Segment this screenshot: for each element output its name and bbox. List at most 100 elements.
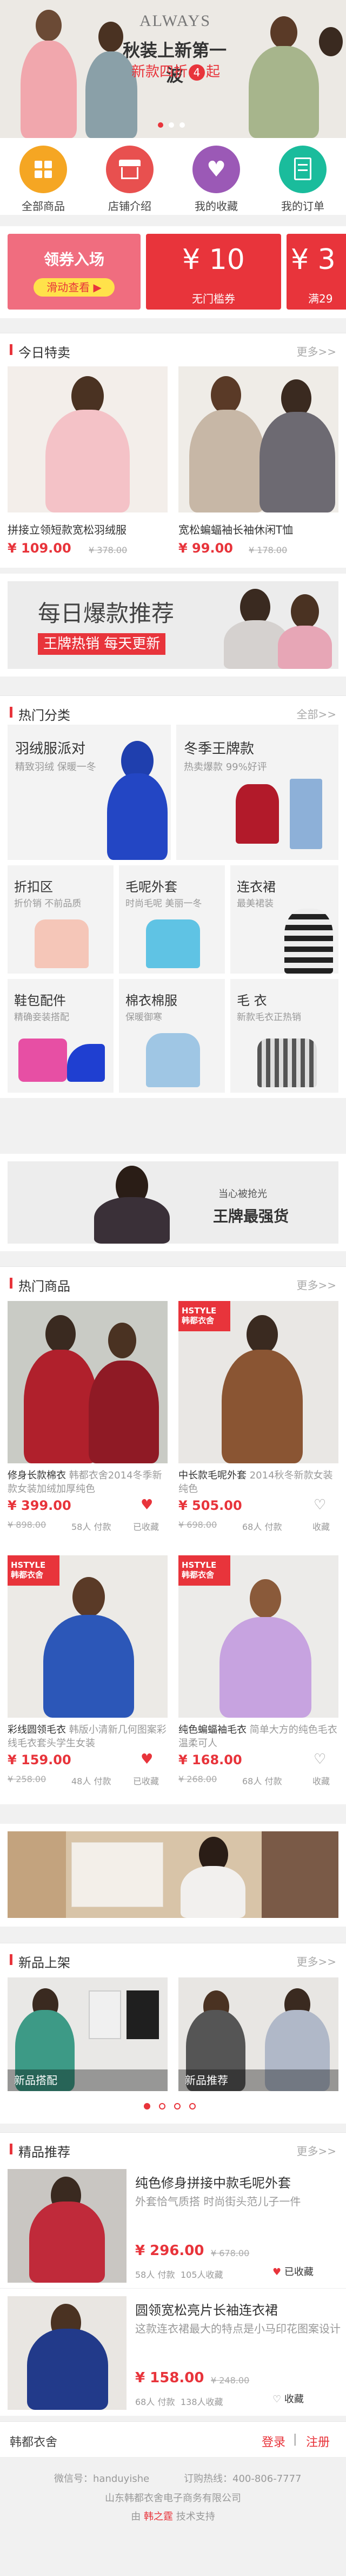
new-item-image bbox=[127, 1990, 159, 2039]
more-link[interactable]: 全部>> bbox=[296, 706, 336, 721]
product-name: 修身长款棉衣 韩都衣舍2014冬季新款女装加绒加厚纯色 bbox=[8, 1469, 168, 1496]
product-card[interactable]: HSTYLE 韩都衣舍 中长款毛呢外套 2014秋冬新款女装纯色 ¥ 505.0… bbox=[178, 1301, 338, 1539]
product-card[interactable]: 修身长款棉衣 韩都衣舍2014冬季新款女装加绒加厚纯色 ¥ 399.00 ♥ ¥… bbox=[8, 1301, 168, 1539]
more-link[interactable]: 更多>> bbox=[296, 343, 336, 359]
banner-dots[interactable] bbox=[158, 122, 190, 129]
favorite-heart-icon[interactable]: ♥ bbox=[141, 1751, 153, 1767]
category-image bbox=[18, 1039, 67, 1082]
footer-hotline: 订购热线：400-806-7777 bbox=[184, 2473, 302, 2485]
footer-support-prefix: 由 bbox=[131, 2511, 141, 2522]
category-image bbox=[105, 741, 170, 860]
product-card[interactable]: HSTYLE 韩都衣舍 彩线圆领毛衣 韩版小清新几何图案彩线毛衣套头学生女装 ¥… bbox=[8, 1555, 168, 1793]
fine-products: 纯色修身拼接中款毛呢外套 外套恰气质搭 时尚街头范儿子一件 ¥ 296.00 ¥… bbox=[0, 2161, 346, 2416]
category-image bbox=[67, 1044, 105, 1082]
fine-item[interactable]: 圆领宽松亮片长袖连衣裙 这款连衣裙最大的特点是小马印花图案设计 ¥ 158.00… bbox=[0, 2289, 346, 2416]
new-arrivals: 新品搭配 新品推荐 bbox=[0, 1972, 346, 2124]
product-fav-label[interactable]: 收藏 bbox=[312, 1520, 330, 1533]
nav-my-favorites[interactable]: ♥ 我的收藏 bbox=[173, 138, 260, 215]
category-name: 鞋包配件 bbox=[14, 993, 66, 1008]
category-name: 连衣裙 bbox=[237, 879, 276, 895]
product-fav-label[interactable]: 已收藏 bbox=[133, 1520, 159, 1533]
favorite-heart-icon[interactable]: ♥ bbox=[141, 1497, 153, 1513]
favorite-heart-icon: ♥ bbox=[272, 2266, 282, 2278]
product-price: ¥ 505.00 bbox=[178, 1498, 242, 1513]
category-big-card[interactable]: 羽绒服派对 精致羽绒 保暖一冬 bbox=[8, 725, 171, 860]
category-card[interactable]: 折扣区 折价销 不前品质 bbox=[8, 865, 114, 974]
favorite-heart-icon[interactable]: ♡ bbox=[314, 1751, 326, 1767]
section-title: 今日特卖 bbox=[18, 345, 70, 360]
product-desc: 外套恰气质搭 时尚街头范儿子一件 bbox=[135, 2195, 301, 2208]
product-sold: 58人 付款 bbox=[71, 1522, 111, 1532]
product-sold: 68人 付款 bbox=[242, 1776, 282, 1786]
category-name: 冬季王牌款 bbox=[184, 741, 255, 757]
more-link[interactable]: 更多>> bbox=[296, 1953, 336, 1969]
new-item-image bbox=[89, 1990, 121, 2039]
coupon-receive-card[interactable]: 领券入场 滑动查看 ▶ bbox=[8, 234, 141, 310]
product-name: 拼接立领短款宽松羽绒服 bbox=[8, 523, 127, 536]
section-header-new: 新品上架 更多>> bbox=[0, 1943, 346, 1972]
new-card[interactable]: 新品搭配 bbox=[8, 1977, 168, 2091]
category-card[interactable]: 毛 衣 新款毛衣正热销 bbox=[230, 979, 338, 1093]
section-header-hot: 热门商品 更多>> bbox=[0, 1266, 346, 1296]
favorite-button[interactable]: ♥ 已收藏 bbox=[272, 2264, 337, 2281]
nav-label: 我的收藏 bbox=[195, 200, 238, 213]
product-title: 修身长款棉衣 bbox=[8, 1470, 66, 1481]
category-big-card[interactable]: 冬季王牌款 热卖爆款 99%好评 bbox=[176, 725, 338, 860]
favorite-label: 已收藏 bbox=[284, 2266, 314, 2278]
daily-hot-banner[interactable]: 每日爆款推荐 王牌热销 每天更新 bbox=[0, 574, 346, 676]
favorite-heart-icon[interactable]: ♡ bbox=[314, 1497, 326, 1513]
nav-store-intro[interactable]: 店铺介绍 bbox=[86, 138, 173, 215]
banner-brand: ALWAYS bbox=[139, 12, 211, 30]
favorite-button[interactable]: ♡ 收藏 bbox=[272, 2391, 337, 2408]
new-dots[interactable] bbox=[144, 2103, 203, 2111]
new-card-label: 新品搭配 bbox=[8, 2069, 168, 2091]
order-icon bbox=[279, 146, 327, 193]
product-fav-label[interactable]: 收藏 bbox=[312, 1774, 330, 1787]
category-card[interactable]: 棉衣棉服 保暖御寒 bbox=[119, 979, 225, 1093]
login-link[interactable]: 登录 bbox=[262, 2433, 285, 2450]
category-desc: 保暖御寒 bbox=[125, 1012, 162, 1023]
category-card[interactable]: 连衣裙 最美裙装 bbox=[230, 865, 338, 974]
coupon-card-10[interactable]: ¥ 10 无门槛券 bbox=[146, 234, 281, 310]
category-desc: 热卖爆款 99%好评 bbox=[184, 761, 267, 773]
product-card[interactable]: 拼接立领短款宽松羽绒服 ¥ 109.00 ¥ 378.00 bbox=[8, 366, 168, 561]
register-link[interactable]: 注册 bbox=[306, 2433, 330, 2450]
category-desc: 时尚毛呢 美丽一冬 bbox=[125, 898, 202, 909]
nav-my-orders[interactable]: 我的订单 bbox=[260, 138, 346, 215]
new-card[interactable]: 新品推荐 bbox=[178, 1977, 338, 2091]
product-desc: 这款连衣裙最大的特点是小马印花图案设计 bbox=[135, 2322, 341, 2335]
footer-bar: 韩都衣舍 登录 | 注册 bbox=[0, 2421, 346, 2457]
section-title: 新品上架 bbox=[18, 1955, 70, 1970]
quick-nav: 全部商品 店铺介绍 ♥ 我的收藏 我的订单 bbox=[0, 138, 346, 215]
category-card[interactable]: 毛呢外套 时尚毛呢 美丽一冬 bbox=[119, 865, 225, 974]
product-card[interactable]: 宽松蝙蝠袖长袖休闲T恤 ¥ 99.00 ¥ 178.00 bbox=[178, 366, 338, 561]
fine-item[interactable]: 纯色修身拼接中款毛呢外套 外套恰气质搭 时尚街头范儿子一件 ¥ 296.00 ¥… bbox=[0, 2161, 346, 2289]
product-old-price: ¥ 248.00 bbox=[211, 2375, 250, 2386]
footer-info: 微信号：handuyishe 订购热线：400-806-7777 山东韩都衣舍电… bbox=[0, 2457, 346, 2576]
more-link[interactable]: 更多>> bbox=[296, 1277, 336, 1292]
product-fav-count: 105人收藏 bbox=[181, 2270, 223, 2280]
ad-banner[interactable]: 当心被抢光 王牌最强货 bbox=[0, 1154, 346, 1251]
category-image bbox=[290, 779, 322, 849]
coupon-card-3[interactable]: ¥ 3 满29 bbox=[287, 234, 346, 310]
promo-banner[interactable] bbox=[0, 1824, 346, 1927]
more-link[interactable]: 更多>> bbox=[296, 2143, 336, 2158]
coupon-amount: ¥ 3 bbox=[291, 244, 336, 276]
product-card[interactable]: HSTYLE 韩都衣舍 纯色蝙蝠袖毛衣 简单大方的纯色毛衣温柔可人 ¥ 168.… bbox=[178, 1555, 338, 1793]
coupon-receive-action[interactable]: 滑动查看 ▶ bbox=[34, 278, 115, 297]
nav-all-products[interactable]: 全部商品 bbox=[0, 138, 86, 215]
product-image bbox=[8, 1301, 168, 1463]
banner-sale-circle: 4 bbox=[189, 64, 205, 81]
category-desc: 新款毛衣正热销 bbox=[237, 1012, 301, 1023]
product-image bbox=[8, 2169, 127, 2283]
footer-support-brand[interactable]: 韩之霆 bbox=[144, 2511, 173, 2522]
product-price: ¥ 99.00 bbox=[178, 541, 233, 556]
category-desc: 精致羽绒 保暖一冬 bbox=[15, 761, 96, 773]
new-card-label: 新品推荐 bbox=[178, 2069, 338, 2091]
product-old-price: ¥ 268.00 bbox=[178, 1774, 217, 1784]
category-card[interactable]: 鞋包配件 精确妾装搭配 bbox=[8, 979, 114, 1093]
product-fav-label[interactable]: 已收藏 bbox=[133, 1774, 159, 1787]
category-grid: 羽绒服派对 精致羽绒 保暖一冬 冬季王牌款 热卖爆款 99%好评 折扣区 折价销… bbox=[0, 725, 346, 1098]
top-banner[interactable]: ALWAYS 秋装上新第一波 新款四折 4 起 bbox=[0, 0, 346, 138]
product-image: HSTYLE 韩都衣舍 bbox=[178, 1555, 338, 1718]
